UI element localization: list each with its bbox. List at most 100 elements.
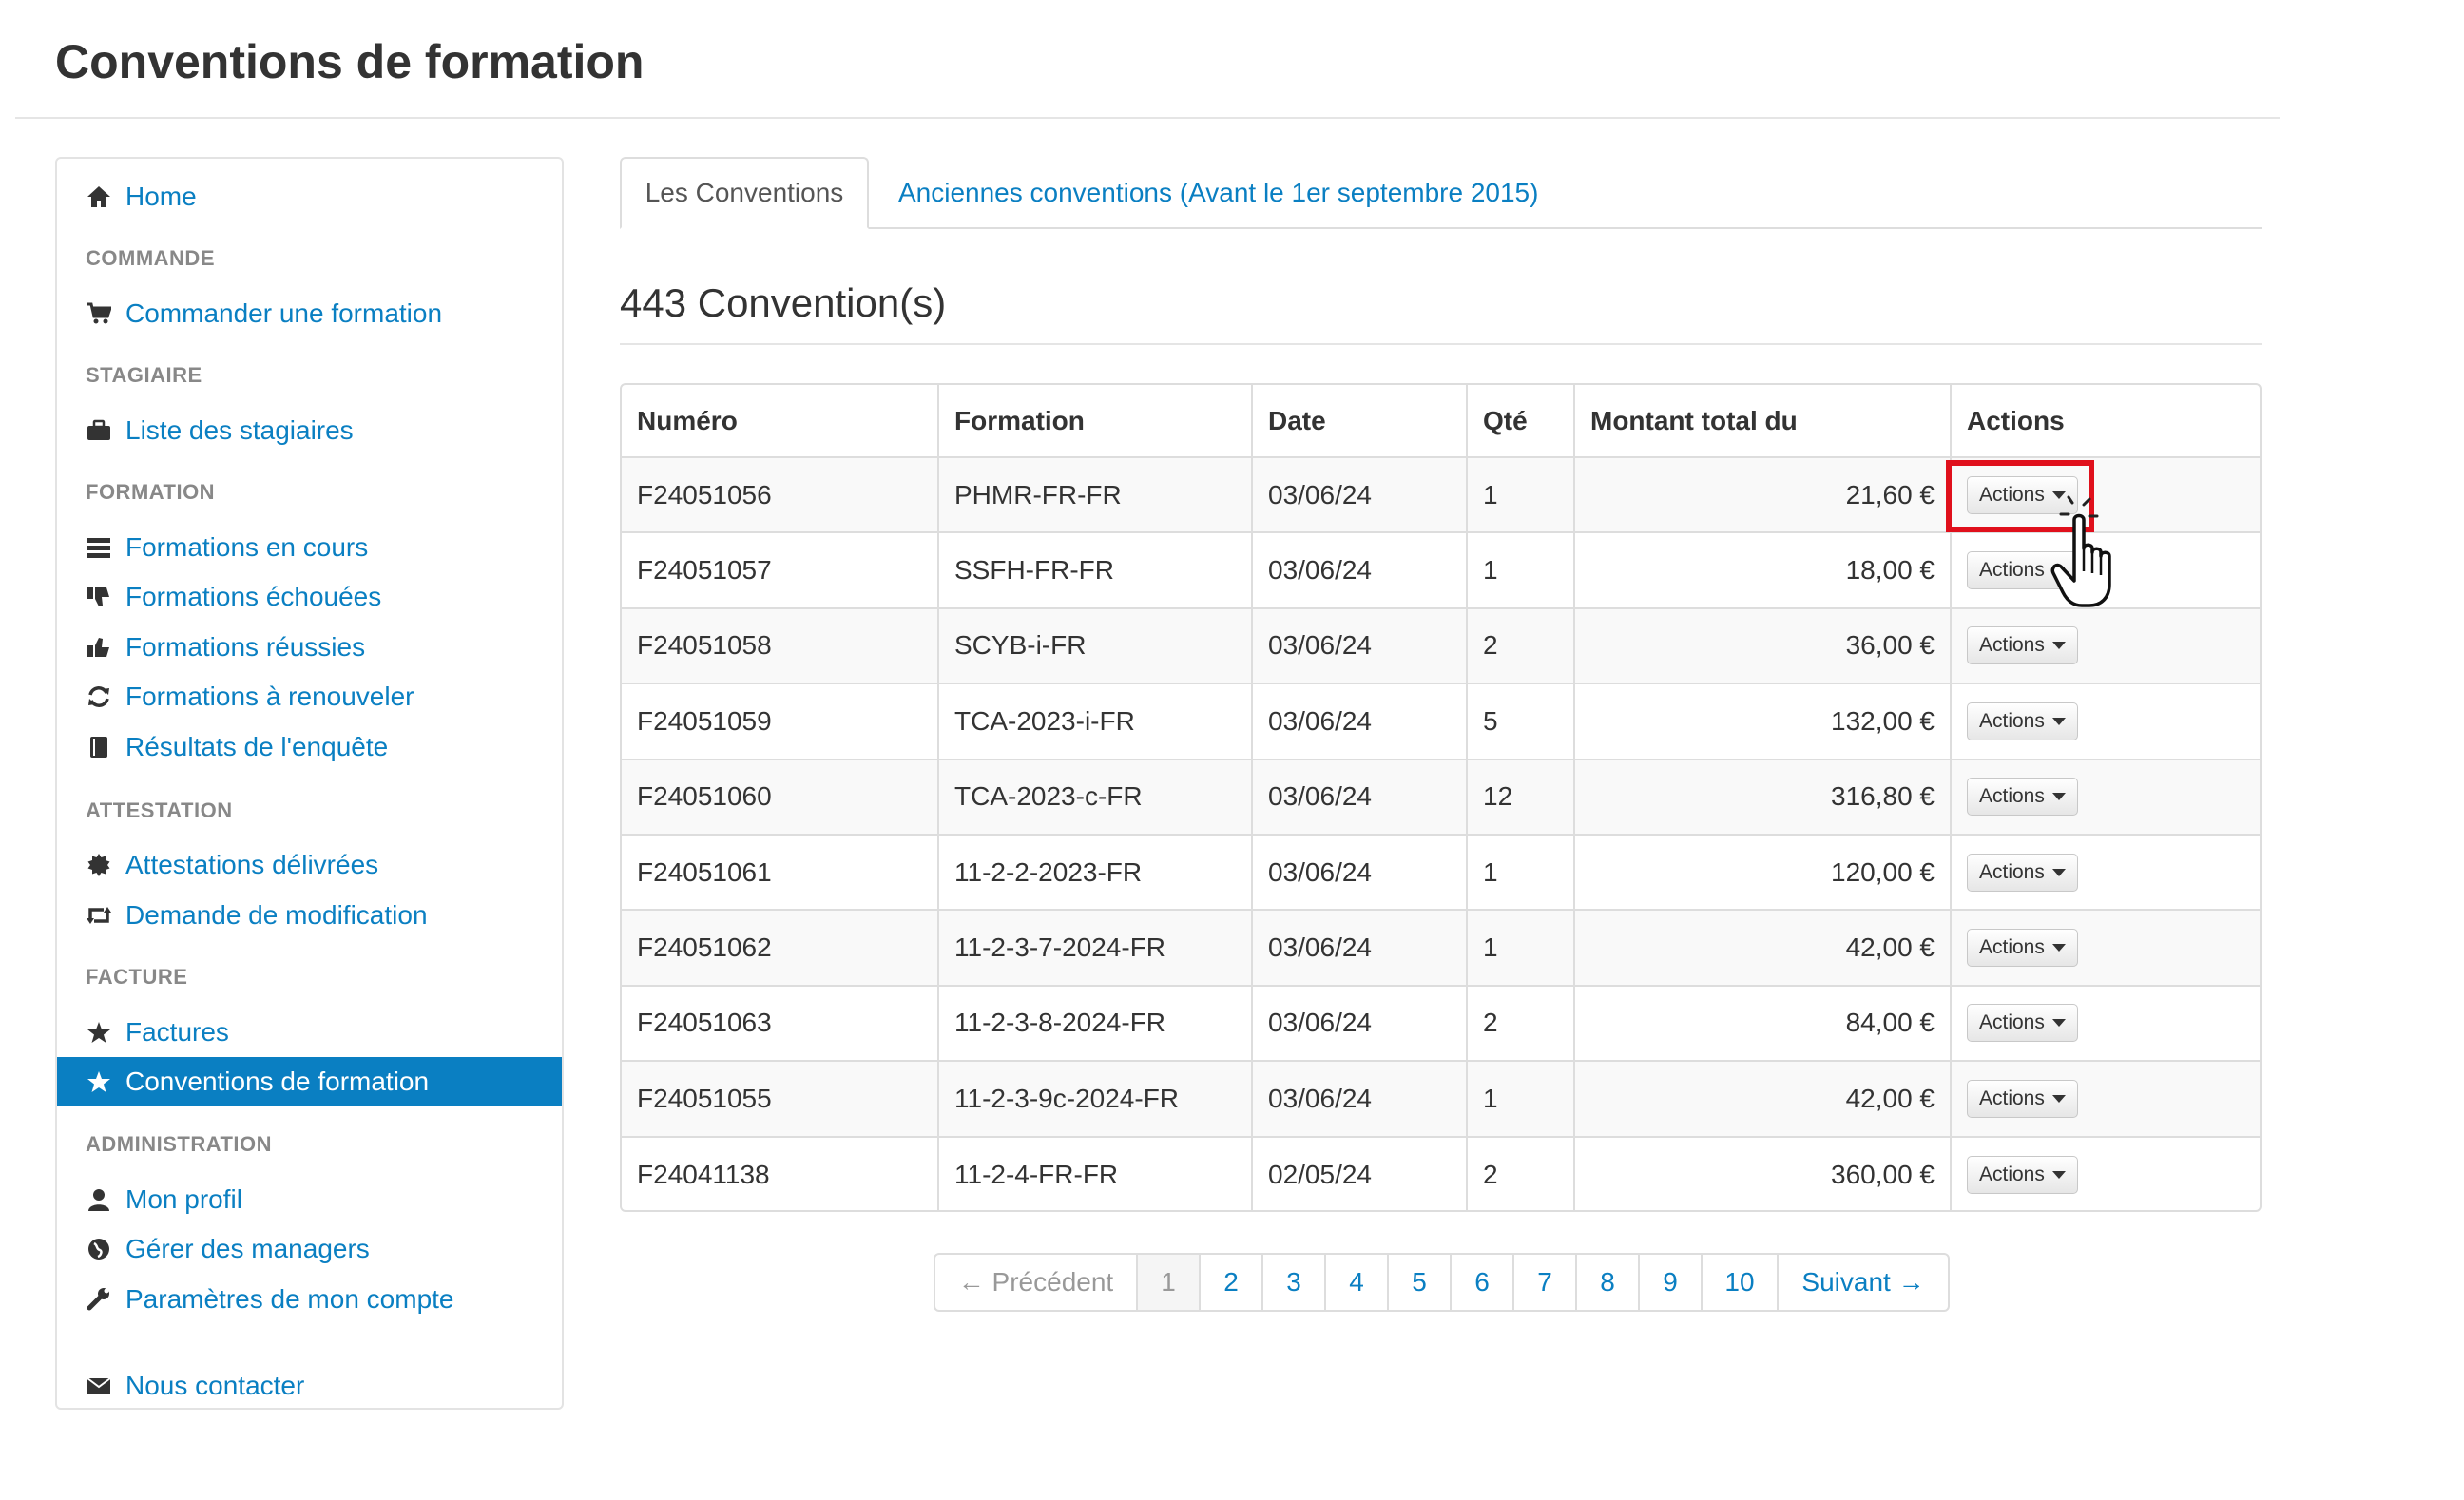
pagination-next-button[interactable]: Suivant → (1779, 1255, 1948, 1310)
sidebar-item-attestations[interactable]: Attestations délivrées (57, 840, 562, 890)
cell-montant: 18,00 € (1574, 532, 1952, 609)
sidebar-item-gerer-managers[interactable]: Gérer des managers (57, 1224, 562, 1274)
cell-numero: F24051062 (622, 910, 939, 987)
cell-actions: Actions (1951, 1137, 2260, 1210)
cell-actions: Actions (1951, 1061, 2260, 1138)
sidebar-item-label: Nous contacter (125, 1371, 305, 1400)
sidebar-item-demande-modification[interactable]: Demande de modification (57, 891, 562, 940)
caret-down-icon (2051, 717, 2066, 725)
caret-down-icon (2051, 642, 2066, 650)
star-icon (86, 1019, 112, 1046)
sidebar-item-formations-echouees[interactable]: Formations échouées (57, 572, 562, 622)
pagination-page-5[interactable]: 5 (1389, 1255, 1452, 1310)
actions-dropdown-button[interactable]: Actions (1967, 1004, 2078, 1043)
sidebar-item-label: Formations échouées (125, 582, 382, 611)
cell-formation: PHMR-FR-FR (938, 457, 1253, 534)
cell-numero: F24051060 (622, 759, 939, 836)
cell-actions: Actions (1951, 683, 2260, 760)
pagination: ← Précédent 1 2 3 4 5 6 7 8 9 10 Suivant… (934, 1253, 1950, 1312)
pagination-page-7[interactable]: 7 (1514, 1255, 1577, 1310)
sidebar: Home COMMANDE Commander une formation ST… (55, 157, 564, 1410)
cell-qte: 5 (1467, 683, 1575, 760)
sidebar-item-stagiaires[interactable]: Liste des stagiaires (57, 406, 562, 455)
pagination-page-8[interactable]: 8 (1577, 1255, 1640, 1310)
actions-dropdown-button[interactable]: Actions (1967, 1079, 2078, 1118)
cell-date: 03/06/24 (1252, 607, 1468, 685)
cell-qte: 1 (1467, 457, 1575, 534)
pagination-page-2[interactable]: 2 (1201, 1255, 1263, 1310)
sidebar-item-label: Home (125, 182, 197, 211)
pagination-page-1[interactable]: 1 (1138, 1255, 1201, 1310)
page-title: Conventions de formation (55, 35, 645, 88)
tab-les-conventions[interactable]: Les Conventions (620, 157, 869, 229)
sidebar-item-formations-en-cours[interactable]: Formations en cours (57, 523, 562, 572)
caret-down-icon (2051, 490, 2066, 499)
sidebar-item-resultats-enquete[interactable]: Résultats de l'enquête (57, 722, 562, 772)
sidebar-item-parametres[interactable]: Paramètres de mon compte (57, 1275, 562, 1324)
sidebar-item-mon-profil[interactable]: Mon profil (57, 1175, 562, 1224)
actions-dropdown-button[interactable]: Actions (1967, 778, 2078, 817)
cell-montant: 360,00 € (1574, 1136, 1952, 1210)
pagination-page-10[interactable]: 10 (1703, 1255, 1779, 1310)
actions-dropdown-button[interactable]: Actions (1967, 929, 2078, 968)
actions-dropdown-button[interactable]: Actions (1967, 1155, 2078, 1194)
cell-date: 03/06/24 (1252, 759, 1468, 836)
cell-numero: F24051056 (622, 457, 939, 534)
pagination-page-3[interactable]: 3 (1263, 1255, 1326, 1310)
cell-numero: F24051058 (622, 607, 939, 685)
sidebar-item-label: Mon profil (125, 1184, 242, 1214)
pagination-page-4[interactable]: 4 (1326, 1255, 1389, 1310)
cell-actions: Actions (1951, 457, 2260, 534)
pagination-page-6[interactable]: 6 (1452, 1255, 1514, 1310)
book-icon (86, 734, 112, 760)
sidebar-item-formations-renouveler[interactable]: Formations à renouveler (57, 672, 562, 721)
user-icon (86, 1186, 112, 1213)
sidebar-item-contact[interactable]: Nous contacter (57, 1361, 562, 1411)
nav-header-stagiaire: STAGIAIRE (86, 363, 202, 387)
sidebar-item-formations-reussies[interactable]: Formations réussies (57, 623, 562, 672)
tab-anciennes-conventions[interactable]: Anciennes conventions (Avant le 1er sept… (898, 157, 1538, 229)
cell-formation: SSFH-FR-FR (938, 532, 1253, 609)
actions-button-label: Actions (1979, 1163, 2045, 1185)
pagination-page-9[interactable]: 9 (1640, 1255, 1703, 1310)
cell-formation: 11-2-3-7-2024-FR (938, 910, 1253, 987)
cell-actions: Actions (1951, 910, 2260, 987)
cell-formation: 11-2-3-9c-2024-FR (938, 1061, 1253, 1138)
sidebar-item-commander[interactable]: Commander une formation (57, 289, 562, 338)
column-header-montant: Montant total du (1574, 385, 1952, 458)
actions-dropdown-button[interactable]: Actions (1967, 702, 2078, 740)
cell-date: 03/06/24 (1252, 834, 1468, 912)
table-row: F24051060 TCA-2023-c-FR 03/06/24 12 316,… (622, 759, 2260, 836)
table-row: F24051058 SCYB-i-FR 03/06/24 2 36,00 € A… (622, 607, 2260, 685)
actions-button-label: Actions (1979, 785, 2045, 808)
sidebar-item-home[interactable]: Home (57, 172, 562, 221)
actions-dropdown-button[interactable]: Actions (1967, 626, 2078, 665)
cell-numero: F24051057 (622, 532, 939, 609)
cell-qte: 1 (1467, 834, 1575, 912)
column-header-date: Date (1252, 385, 1468, 458)
cell-montant: 42,00 € (1574, 910, 1952, 987)
actions-dropdown-button[interactable]: Actions (1967, 475, 2078, 514)
sidebar-item-label: Conventions de formation (125, 1067, 430, 1096)
cell-formation: 11-2-4-FR-FR (938, 1136, 1253, 1210)
table-row: F24051055 11-2-3-9c-2024-FR 03/06/24 1 4… (622, 1061, 2260, 1138)
star-icon (86, 1068, 112, 1095)
sidebar-item-factures[interactable]: Factures (57, 1008, 562, 1057)
actions-dropdown-button[interactable]: Actions (1967, 551, 2078, 590)
certificate-icon (86, 852, 112, 878)
cell-date: 03/06/24 (1252, 683, 1468, 760)
cell-numero: F24051061 (622, 834, 939, 912)
cell-qte: 2 (1467, 1136, 1575, 1210)
globe-icon (86, 1236, 112, 1262)
nav-header-attestation: ATTESTATION (86, 798, 233, 822)
sidebar-item-conventions[interactable]: Conventions de formation (57, 1057, 562, 1106)
actions-dropdown-button[interactable]: Actions (1967, 853, 2078, 892)
cell-qte: 12 (1467, 759, 1575, 836)
caret-down-icon (2051, 1170, 2066, 1179)
cell-formation: TCA-2023-i-FR (938, 683, 1253, 760)
convention-count-title: 443 Convention(s) (620, 280, 947, 325)
nav-header-formation: FORMATION (86, 480, 216, 504)
conventions-table: Numéro Formation Date Qté Montant total … (620, 383, 2262, 1212)
pagination-prev-button[interactable]: ← Précédent (935, 1255, 1138, 1310)
cell-montant: 120,00 € (1574, 834, 1952, 912)
